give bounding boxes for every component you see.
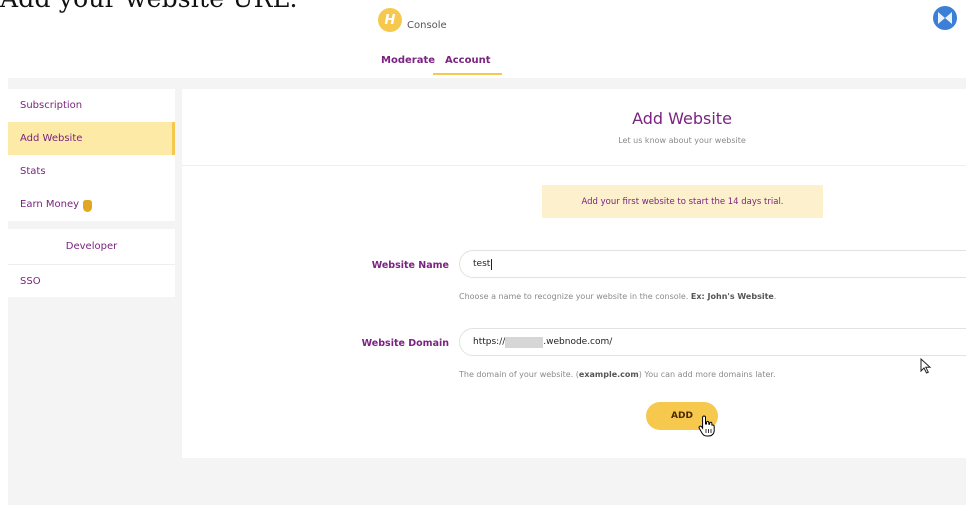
domain-value-suffix: .webnode.com/ [543,337,613,347]
website-domain-help: The domain of your website. (example.com… [459,370,775,379]
sidebar-item-label: Earn Money [20,199,80,210]
website-name-help: Choose a name to recognize your website … [459,292,776,301]
tab-moderate[interactable]: Moderate [381,55,435,66]
sidebar-menu: Subscription Add Website Stats Earn Mone… [8,89,175,221]
page-subtitle: Let us know about your website [618,136,746,145]
help-text: . [773,292,777,301]
website-name-value: test [473,259,491,269]
add-button-label: ADD [671,411,693,421]
page-title: Add Website [632,109,732,128]
developer-menu: Developer SSO [8,229,175,297]
website-name-input[interactable]: test [459,250,966,278]
sidebar-item-label: SSO [20,276,41,287]
help-example: Ex: John's Website [690,292,774,301]
domain-value-prefix: https:// [473,337,506,347]
logo-text: Console [407,20,447,31]
tab-account[interactable]: Account [433,55,503,75]
website-domain-label: Website Domain [361,338,449,349]
sidebar-item-add-website[interactable]: Add Website [8,122,175,155]
sidebar-item-label: Add Website [20,133,83,144]
medal-icon [83,199,93,212]
sidebar-item-subscription[interactable]: Subscription [8,89,175,122]
help-text: Choose a name to recognize your website … [459,292,691,301]
help-text: ) You can add more domains later. [638,370,776,379]
help-text: The domain of your website. ( [459,370,579,379]
sidebar-item-sso[interactable]: SSO [8,265,175,298]
trial-notice: Add your first website to start the 14 d… [542,185,823,218]
sidebar-item-stats[interactable]: Stats [8,155,175,188]
hand-cursor-icon [698,415,715,437]
help-example: example.com [578,370,639,379]
logo-icon[interactable]: H [378,8,402,32]
redacted-text [505,336,544,348]
trial-notice-text: Add your first website to start the 14 d… [581,196,784,207]
sidebar-item-earn-money[interactable]: Earn Money [8,188,175,221]
divider [182,165,966,166]
add-website-card: Add Website Let us know about your websi… [182,89,966,458]
sidebar-item-label: Subscription [20,100,83,111]
sidebar-item-label: Stats [20,166,46,177]
website-domain-input[interactable]: https:// .webnode.com/ [459,328,966,356]
caption-text: Add your website URL. [0,0,298,13]
website-name-label: Website Name [371,260,449,271]
text-caret [491,258,493,270]
arrow-cursor-icon [920,358,932,374]
developer-header: Developer [8,229,175,265]
user-avatar-icon[interactable] [933,6,957,30]
